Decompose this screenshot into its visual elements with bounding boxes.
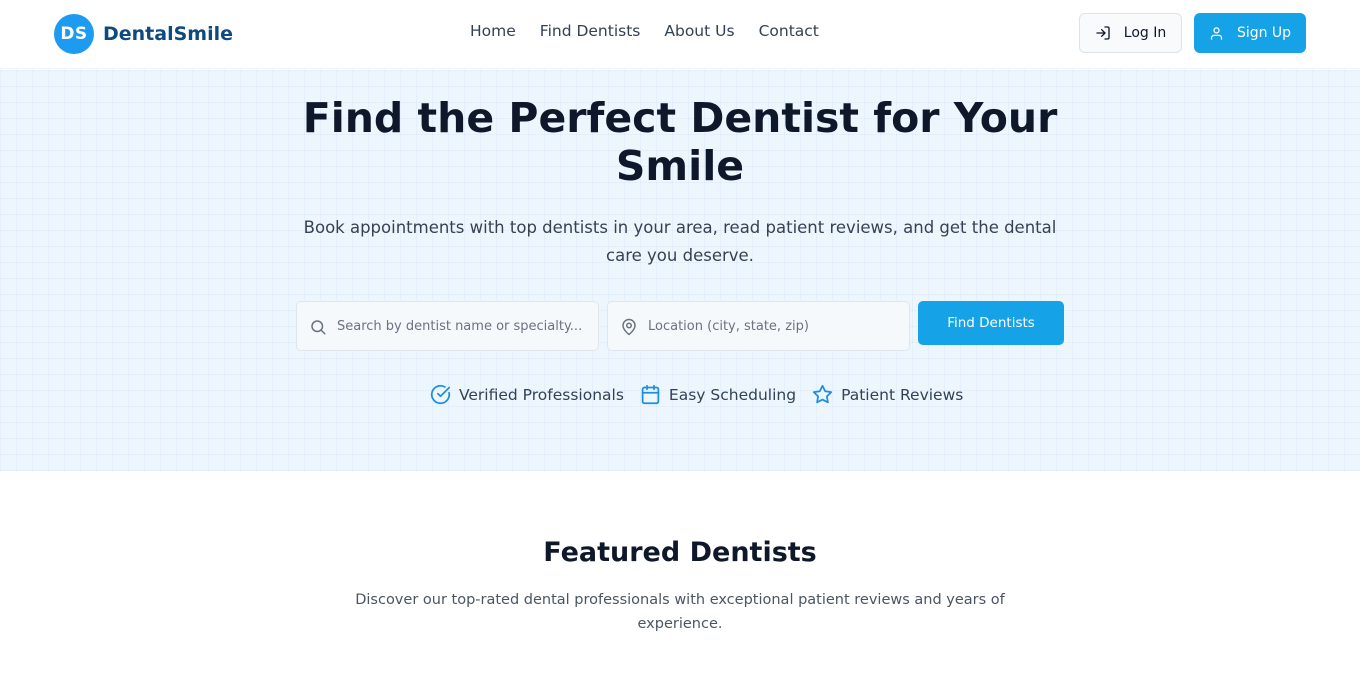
nav-link-home[interactable]: Home	[470, 22, 516, 40]
find-dentists-button[interactable]: Find Dentists	[918, 301, 1064, 345]
main-nav: Home Find Dentists About Us Contact	[470, 22, 843, 40]
dentist-search-field	[296, 301, 599, 351]
nav-link-contact[interactable]: Contact	[759, 22, 819, 40]
nav-link-find-dentists[interactable]: Find Dentists	[540, 22, 641, 40]
brand-logo[interactable]: DS DentalSmile	[54, 14, 233, 54]
star-icon	[812, 384, 833, 404]
search-icon	[311, 320, 326, 335]
location-input[interactable]	[648, 302, 903, 350]
feature-verified: Verified Professionals	[430, 384, 624, 405]
user-icon	[1210, 26, 1223, 40]
featured-subtitle: Discover our top-rated dental profession…	[355, 592, 1005, 632]
check-circle-icon	[430, 384, 451, 405]
top-navbar: DS DentalSmile Home Find Dentists About …	[0, 0, 1360, 69]
featured-title: Featured Dentists	[543, 537, 817, 568]
calendar-icon	[641, 384, 660, 405]
hero-title: Find the Perfect Dentist for Your Smile	[302, 94, 1058, 190]
login-icon	[1096, 26, 1110, 40]
feature-label: Easy Scheduling	[668, 385, 797, 404]
signup-label: Sign Up	[1236, 25, 1292, 41]
feature-reviews: Patient Reviews	[812, 384, 963, 405]
hero-section: Find the Perfect Dentist for Your Smile …	[0, 70, 1360, 471]
hero-subtitle: Book appointments with top dentists in y…	[303, 218, 1057, 265]
feature-label: Patient Reviews	[841, 385, 964, 404]
map-pin-icon	[622, 318, 636, 336]
dentist-search-input[interactable]	[337, 302, 592, 350]
brand-badge: DS	[54, 14, 94, 54]
brand-name: DentalSmile	[103, 23, 233, 45]
nav-link-about-us[interactable]: About Us	[664, 22, 734, 40]
login-button[interactable]: Log In	[1079, 13, 1182, 53]
signup-button[interactable]: Sign Up	[1194, 13, 1306, 53]
feature-highlights: Verified Professionals Easy Scheduling P…	[430, 384, 979, 405]
login-label: Log In	[1123, 25, 1167, 41]
feature-scheduling: Easy Scheduling	[640, 384, 796, 405]
feature-label: Verified Professionals	[459, 385, 624, 404]
location-field	[607, 301, 910, 351]
